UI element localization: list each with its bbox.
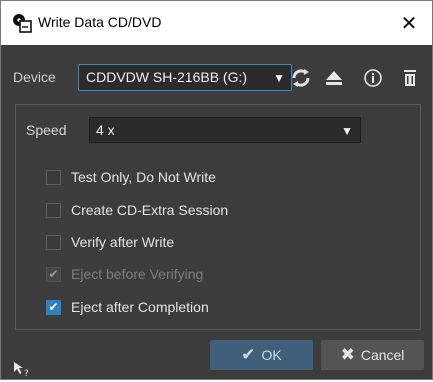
option-label: Create CD-Extra Session <box>71 202 229 218</box>
test-only-checkbox[interactable]: Test Only, Do Not Write <box>46 167 216 187</box>
cancel-label: Cancel <box>360 347 405 363</box>
checkmark-icon: ✔ <box>46 266 61 282</box>
svg-text:?: ? <box>24 369 29 377</box>
speed-select-value: 4 x <box>96 122 115 138</box>
write-data-dialog: Write Data CD/DVD ✕ Device CDDVDW SH-216… <box>0 0 433 380</box>
device-label: Device <box>13 69 56 85</box>
speed-label: Speed <box>26 122 67 138</box>
window-title: Write Data CD/DVD <box>38 14 162 30</box>
info-icon[interactable] <box>362 67 384 89</box>
ok-button[interactable]: ✔ OK <box>210 340 313 370</box>
option-label: Test Only, Do Not Write <box>71 169 216 185</box>
close-button[interactable]: ✕ <box>386 1 432 45</box>
cancel-button[interactable]: ✖ Cancel <box>321 340 424 370</box>
option-label: Verify after Write <box>71 234 175 250</box>
option-label: Eject before Verifying <box>71 266 204 282</box>
device-select[interactable]: CDDVDW SH-216BB (G:) ▼ <box>78 64 292 91</box>
device-select-value: CDDVDW SH-216BB (G:) <box>86 69 248 85</box>
checkmark-icon: ✔ <box>241 345 256 364</box>
eject-before-verifying-checkbox: ✔ Eject before Verifying <box>46 264 203 284</box>
cd-extra-checkbox[interactable]: Create CD-Extra Session <box>46 200 228 220</box>
title-bar: Write Data CD/DVD ✕ <box>1 1 432 45</box>
checkbox-box[interactable] <box>46 202 61 218</box>
verify-after-write-checkbox[interactable]: Verify after Write <box>46 232 174 252</box>
eject-icon[interactable] <box>323 67 345 89</box>
options-panel: Speed 4 x ▼ Test Only, Do Not Write Crea… <box>15 104 421 330</box>
help-pointer-icon[interactable]: ? <box>13 361 31 379</box>
checkbox-box[interactable] <box>46 169 61 185</box>
checkmark-icon[interactable]: ✔ <box>46 299 61 315</box>
chevron-down-icon: ▼ <box>273 71 285 85</box>
x-icon: ✖ <box>340 345 355 364</box>
option-label: Eject after Completion <box>71 299 209 315</box>
ok-label: OK <box>261 347 282 363</box>
speed-select[interactable]: 4 x ▼ <box>89 117 361 143</box>
checkbox-box[interactable] <box>46 234 61 250</box>
eject-after-completion-checkbox[interactable]: ✔ Eject after Completion <box>46 297 209 317</box>
refresh-icon[interactable] <box>290 67 312 89</box>
trash-icon[interactable] <box>399 67 421 89</box>
disc-app-icon <box>12 13 32 33</box>
chevron-down-icon: ▼ <box>341 124 353 138</box>
